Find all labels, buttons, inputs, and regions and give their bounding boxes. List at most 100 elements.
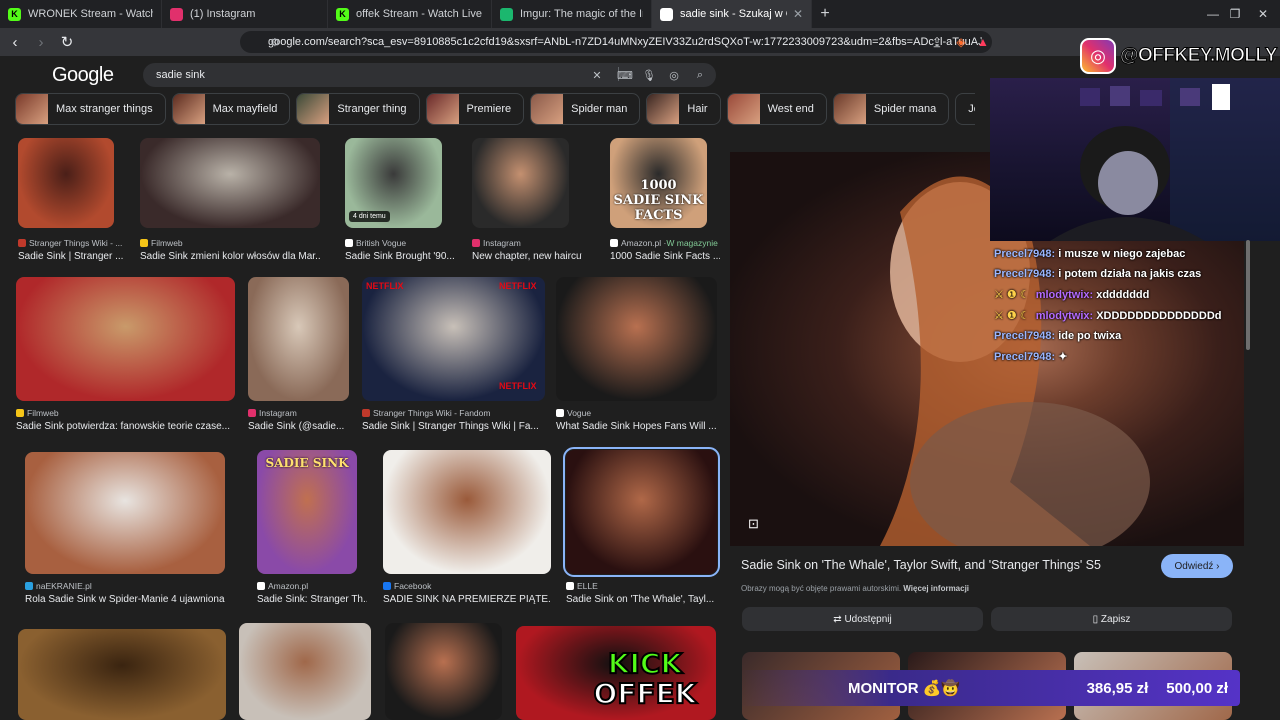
related-search-chip[interactable]: Spider mana (832, 93, 950, 125)
chip-thumbnail (297, 94, 330, 124)
close-tab-icon[interactable]: ✕ (793, 7, 803, 21)
bookmark-save-icon: ▯ (1092, 613, 1099, 625)
result-source[interactable]: Amazon.pl (257, 581, 308, 591)
browser-tab[interactable]: (1) Instagram (162, 0, 328, 28)
lens-search-icon[interactable]: ⊡ (748, 516, 759, 532)
result-thumbnail[interactable] (239, 623, 371, 720)
url-text: google.com/search?sca_esv=8910885c1c2cfd… (268, 36, 982, 48)
result-caption[interactable]: Sadie Sink potwierdza: fanowskie teorie … (16, 421, 230, 432)
result-source[interactable]: naEKRANIE.pl (25, 581, 92, 591)
result-source[interactable]: Facebook (383, 581, 431, 591)
related-search-chip[interactable]: Stranger thing (296, 93, 420, 125)
chat-username[interactable]: mlodytwix: (1036, 310, 1093, 322)
reload-icon[interactable]: ↻ (56, 31, 78, 53)
chat-username[interactable]: Precel7948: (994, 330, 1055, 342)
result-thumbnail[interactable] (25, 452, 225, 574)
result-thumbnail[interactable] (472, 138, 569, 228)
related-searches: Max stranger things Max mayfield Stranger … (15, 93, 975, 127)
search-icon[interactable]: ⌕ (692, 67, 708, 83)
source-name: Amazon.pl (268, 581, 309, 591)
result-caption[interactable]: Sadie Sink zmieni kolor włosów dla Mar..… (140, 251, 320, 262)
result-thumbnail[interactable] (18, 629, 226, 720)
result-source[interactable]: Stranger Things Wiki - Fandom (362, 408, 490, 418)
result-thumbnail[interactable] (16, 277, 235, 401)
result-source[interactable]: Filmweb (140, 238, 183, 248)
result-thumbnail[interactable]: 1000 SADIE SINK FACTS (610, 138, 707, 228)
result-source[interactable]: Stranger Things Wiki - ... (18, 238, 122, 248)
result-source[interactable]: ELLE (566, 581, 598, 591)
back-icon[interactable]: ‹ (4, 31, 26, 53)
related-search-chip[interactable]: Premiere (425, 93, 525, 125)
new-tab-icon[interactable]: + (812, 5, 838, 23)
result-thumbnail[interactable] (140, 138, 320, 228)
result-caption[interactable]: New chapter, new haircut... (472, 251, 582, 262)
monitor-label: MONITOR 💰🤠 (848, 680, 961, 697)
chat-username[interactable]: mlodytwix: (1036, 289, 1093, 301)
chat-username[interactable]: Precel7948: (994, 248, 1055, 260)
lens-icon[interactable]: ◎ (666, 67, 682, 83)
related-search-chip[interactable]: West end (726, 93, 827, 125)
result-caption[interactable]: Sadie Sink | Stranger ... (18, 251, 123, 262)
browser-tab[interactable]: Imgur: The magic of the Internet (492, 0, 652, 28)
result-source[interactable]: Vogue (556, 408, 591, 418)
source-name: Filmweb (27, 408, 59, 418)
result-caption[interactable]: Sadie Sink | Stranger Things Wiki | Fa..… (362, 421, 539, 432)
chat-username[interactable]: Precel7948: (994, 351, 1055, 363)
result-caption[interactable]: Rola Sadie Sink w Spider-Manie 4 ujawnio… (25, 594, 225, 605)
visit-button[interactable]: Odwiedź › (1161, 554, 1233, 578)
source-name: Stranger Things Wiki - Fandom (373, 408, 491, 418)
result-caption[interactable]: Sadie Sink: Stranger Th... (257, 594, 367, 605)
result-thumbnail[interactable]: 4 dni temu (345, 138, 442, 228)
tab-title: WRONEK Stream - Watch Live on Kic (28, 8, 153, 20)
result-thumbnail[interactable] (556, 277, 717, 401)
result-source[interactable]: British Vogue (345, 238, 406, 248)
google-logo[interactable]: Google (52, 64, 114, 87)
search-query[interactable]: sadie sink (156, 69, 205, 81)
related-search-chip[interactable]: Max stranger things (15, 93, 166, 125)
result-caption[interactable]: Sadie Sink (@sadie... (248, 421, 344, 432)
brave-shield-icon[interactable]: ◈ (950, 31, 972, 53)
result-caption[interactable]: Sadie Sink Brought '90... (345, 251, 455, 262)
related-search-chip[interactable]: Jean grey (955, 93, 975, 125)
result-source[interactable]: Amazon.pl · W magazynie (610, 238, 718, 248)
result-caption[interactable]: SADIE SINK NA PREMIERZE PIĄTE... (383, 594, 551, 605)
share-button[interactable]: ⇄ Udostępnij (742, 607, 983, 631)
more-info-link[interactable]: Więcej informacji (903, 584, 969, 593)
result-thumbnail[interactable] (18, 138, 114, 228)
amount-goal: 500,00 zł (1166, 679, 1228, 697)
result-thumbnail[interactable] (385, 623, 502, 720)
rewards-icon[interactable]: ▲ (972, 31, 994, 53)
result-thumbnail[interactable] (383, 450, 551, 574)
mic-icon[interactable]: 🎙 (641, 67, 657, 83)
preview-title[interactable]: Sadie Sink on 'The Whale', Taylor Swift,… (741, 558, 1101, 572)
forward-icon[interactable]: › (30, 31, 52, 53)
browser-tab[interactable]: sadie sink - Szukaj w Google ✕ (652, 0, 812, 28)
address-bar[interactable]: ⚙ google.com/search?sca_esv=8910885c1c2c… (240, 31, 992, 53)
related-search-chip[interactable]: Hair (646, 93, 721, 125)
related-search-chip[interactable]: Spider man (530, 93, 641, 125)
result-thumbnail[interactable]: SADIE SINK (257, 450, 357, 574)
close-window-icon[interactable]: ✕ (1246, 0, 1280, 28)
result-caption[interactable]: What Sadie Sink Hopes Fans Will ... (556, 421, 717, 432)
search-box[interactable]: sadie sink ✕ ⌨ 🎙 ◎ ⌕ (143, 63, 716, 87)
result-caption[interactable]: 1000 Sadie Sink Facts ... (610, 251, 720, 262)
save-button[interactable]: ▯ Zapisz (991, 607, 1232, 631)
site-settings-icon[interactable]: ⚙ (270, 36, 280, 49)
result-caption[interactable]: Sadie Sink on 'The Whale', Tayl... (566, 594, 714, 605)
chip-label: Hair (687, 103, 708, 115)
result-thumbnail[interactable] (563, 447, 720, 577)
keyboard-icon[interactable]: ⌨ (617, 67, 633, 83)
result-source[interactable]: Filmweb (16, 408, 59, 418)
chat-username[interactable]: Precel7948: (994, 268, 1055, 280)
chat-scrollbar[interactable] (1246, 240, 1250, 350)
result-source[interactable]: Instagram (472, 238, 521, 248)
donation-monitor: MONITOR 💰🤠 386,95 zł 500,00 zł (740, 648, 1240, 706)
share-icon[interactable]: ⇪ (926, 31, 948, 53)
clear-icon[interactable]: ✕ (589, 67, 605, 83)
result-thumbnail[interactable]: NETFLIX NETFLIX NETFLIX (362, 277, 545, 401)
result-thumbnail[interactable] (248, 277, 349, 401)
browser-tab[interactable]: Koffek Stream - Watch Live on Kick (328, 0, 492, 28)
browser-tab[interactable]: K WRONEK Stream - Watch Live on Kic (0, 0, 162, 28)
related-search-chip[interactable]: Max mayfield (171, 93, 291, 125)
result-source[interactable]: Instagram (248, 408, 297, 418)
